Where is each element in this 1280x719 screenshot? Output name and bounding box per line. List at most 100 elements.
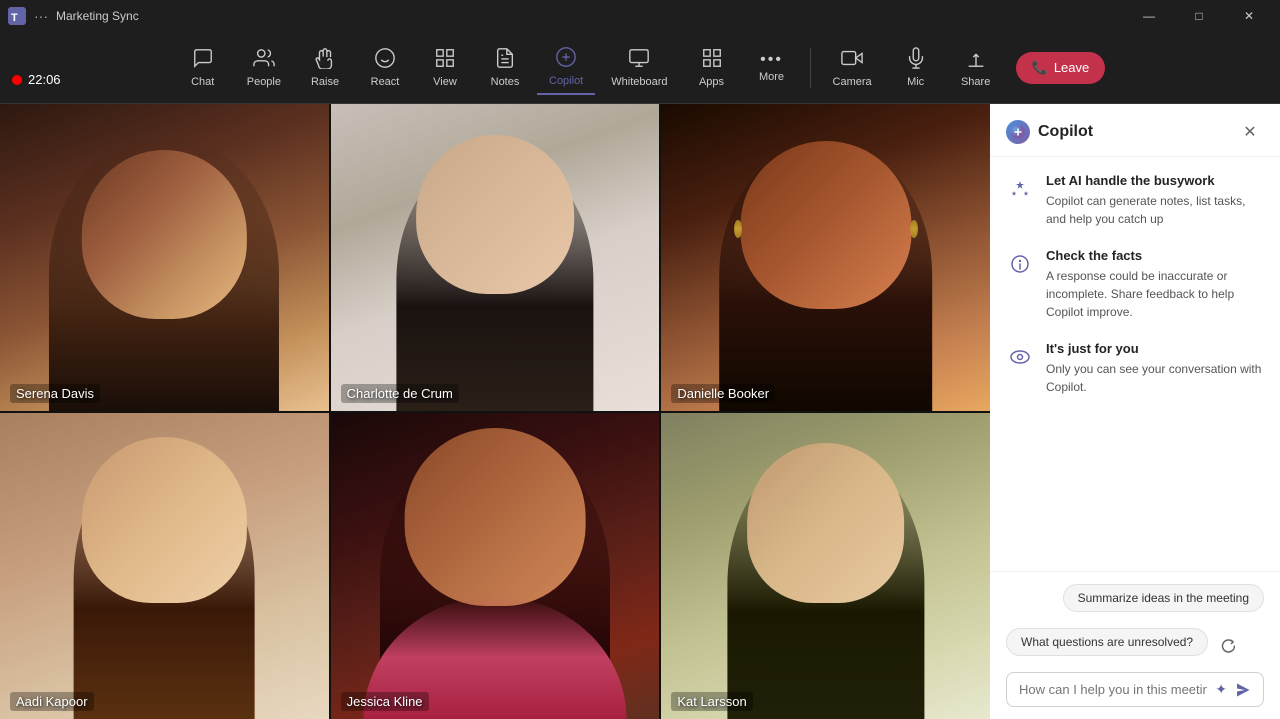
chat-icon [192,47,214,73]
people-label: People [247,76,281,88]
raise-icon [314,47,336,73]
busywork-desc: Copilot can generate notes, list tasks, … [1046,192,1264,228]
more-label: More [759,71,784,83]
toolbar-apps[interactable]: Apps [684,41,740,94]
chat-label: Chat [191,76,214,88]
participant-name-aadi: Aadi Kapoor [10,692,94,711]
facts-desc: A response could be inaccurate or incomp… [1046,267,1264,321]
personal-title: It's just for you [1046,341,1264,356]
personal-desc: Only you can see your conversation with … [1046,360,1264,396]
copilot-section-facts: Check the facts A response could be inac… [1006,248,1264,321]
minimize-button[interactable]: — [1126,0,1172,32]
copilot-title-row: Copilot [1006,120,1093,144]
main-content: Serena Davis Charlotte de Crum Danielle … [0,104,1280,719]
recording-time: 22:06 [28,72,61,87]
copilot-close-button[interactable]: ✕ [1236,118,1264,146]
video-cell-serena: Serena Davis [0,104,329,411]
facts-icon [1006,250,1034,278]
title-bar-title: Marketing Sync [56,9,139,23]
toolbar-react[interactable]: React [357,41,413,94]
apps-label: Apps [699,76,724,88]
busywork-title: Let AI handle the busywork [1046,173,1264,188]
send-message-button[interactable] [1235,682,1251,698]
video-cell-charlotte: Charlotte de Crum [331,104,660,411]
chat-input-row: ✦ [1006,672,1264,707]
toolbar-more[interactable]: ••• More [744,46,800,89]
toolbar-divider [810,48,811,88]
input-sparkle-icon: ✦ [1215,681,1227,698]
svg-text:T: T [11,12,18,24]
notes-label: Notes [491,76,520,88]
personal-icon [1006,343,1034,371]
mic-icon [905,47,927,73]
toolbar-whiteboard[interactable]: Whiteboard [599,41,679,94]
view-label: View [433,76,457,88]
maximize-button[interactable]: □ [1176,0,1222,32]
copilot-panel: Copilot ✕ Let AI handle the busywork Cop… [990,104,1280,719]
facts-content: Check the facts A response could be inac… [1046,248,1264,321]
title-bar-left: T ··· Marketing Sync [8,7,139,25]
busywork-icon [1006,175,1034,203]
facts-title: Check the facts [1046,248,1264,263]
camera-icon [841,47,863,73]
react-label: React [371,76,400,88]
whiteboard-icon [628,47,650,73]
copilot-chat-input[interactable] [1019,682,1207,697]
participant-name-serena: Serena Davis [10,384,100,403]
suggestion-row-questions: What questions are unresolved? [1006,628,1264,664]
copilot-header: Copilot ✕ [990,104,1280,157]
busywork-content: Let AI handle the busywork Copilot can g… [1046,173,1264,228]
react-icon [374,47,396,73]
participant-name-jessica: Jessica Kline [341,692,429,711]
toolbar-notes[interactable]: Notes [477,41,533,94]
rec-dot [12,75,22,85]
people-icon [253,47,275,73]
participant-name-charlotte: Charlotte de Crum [341,384,459,403]
video-cell-danielle: Danielle Booker [661,104,990,411]
mic-label: Mic [907,76,924,88]
toolbar-raise[interactable]: Raise [297,41,353,94]
leave-button[interactable]: 📞 Leave [1016,52,1106,84]
video-cell-aadi: Aadi Kapoor [0,413,329,719]
copilot-section-personal: It's just for you Only you can see your … [1006,341,1264,396]
copilot-toolbar-icon [555,46,577,72]
leave-label: Leave [1054,60,1089,75]
copilot-section-busywork: Let AI handle the busywork Copilot can g… [1006,173,1264,228]
leave-phone-icon: 📞 [1032,60,1048,76]
copilot-title-text: Copilot [1038,123,1093,141]
suggestion-summarize[interactable]: Summarize ideas in the meeting [1063,584,1264,612]
window-controls: — □ ✕ [1126,0,1272,32]
toolbar-people[interactable]: People [235,41,293,94]
recording-indicator: 22:06 [12,72,61,87]
participant-name-danielle: Danielle Booker [671,384,775,403]
raise-label: Raise [311,76,339,88]
video-cell-jessica: Jessica Kline [331,413,660,719]
share-icon [965,47,987,73]
view-icon [434,47,456,73]
copilot-brand-icon [1006,120,1030,144]
title-bar-dots[interactable]: ··· [34,8,48,24]
teams-logo-icon: T [8,7,26,25]
toolbar-share[interactable]: Share [948,41,1004,94]
meeting-toolbar: 22:06 Chat People Raise [0,32,1280,104]
video-cell-kat: Kat Larsson [661,413,990,719]
camera-label: Camera [833,76,872,88]
suggestion-questions[interactable]: What questions are unresolved? [1006,628,1208,656]
toolbar-mic[interactable]: Mic [888,41,944,94]
participant-name-kat: Kat Larsson [671,692,752,711]
notes-icon [494,47,516,73]
title-bar: T ··· Marketing Sync — □ ✕ [0,0,1280,32]
share-label: Share [961,76,990,88]
close-button[interactable]: ✕ [1226,0,1272,32]
whiteboard-label: Whiteboard [611,76,667,88]
video-grid: Serena Davis Charlotte de Crum Danielle … [0,104,990,719]
copilot-body: Let AI handle the busywork Copilot can g… [990,157,1280,571]
more-icon: ••• [760,52,783,68]
refresh-suggestions-button[interactable] [1216,634,1240,658]
toolbar-copilot[interactable]: Copilot [537,40,595,95]
apps-icon [701,47,723,73]
toolbar-view[interactable]: View [417,41,473,94]
toolbar-chat[interactable]: Chat [175,41,231,94]
personal-content: It's just for you Only you can see your … [1046,341,1264,396]
toolbar-camera[interactable]: Camera [821,41,884,94]
